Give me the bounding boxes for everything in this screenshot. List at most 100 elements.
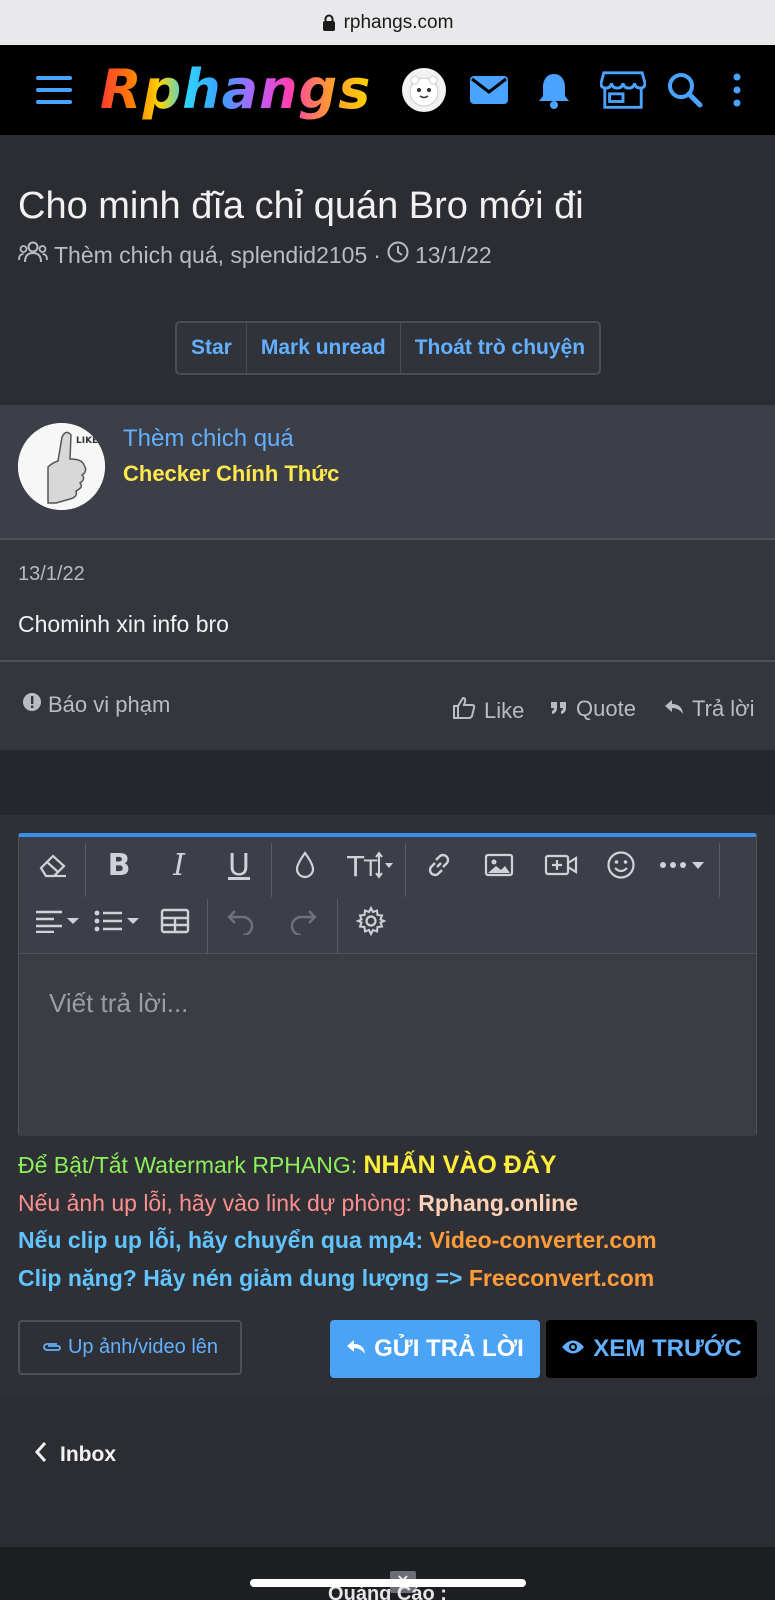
quote-button[interactable]: Quote [550,696,636,722]
mail-icon[interactable] [466,67,512,113]
inbox-label: Inbox [60,1443,116,1466]
site-header: Rphangs [0,45,775,135]
color-drop-icon[interactable] [281,841,329,889]
report-label: Báo vi phạm [48,692,171,717]
align-icon[interactable] [29,897,85,945]
editor-toolbar-row2 [19,897,756,953]
message-post: LIKE Thèm chich quá Checker Chính Thức 1… [0,405,775,750]
watermark-toggle-link[interactable]: NHẤN VÀO ĐÂY [364,1151,557,1179]
reply-placeholder: Viết trả lời... [49,988,189,1018]
freeconvert-link[interactable]: Freeconvert.com [469,1265,654,1291]
mark-unread-button[interactable]: Mark unread [247,323,401,373]
send-reply-button[interactable]: GỬI TRẢ LỜI [330,1320,540,1378]
text-size-icon[interactable]: TT [341,841,401,889]
like-button[interactable]: Like [452,696,524,726]
video-converter-link[interactable]: Video-converter.com [430,1227,657,1253]
inbox-breadcrumb[interactable]: Inbox [34,1441,116,1469]
eraser-icon[interactable] [29,841,77,889]
preview-label: XEM TRƯỚC [593,1335,742,1362]
thumbs-up-icon [452,696,476,726]
upload-notes: Để Bật/Tắt Watermark RPHANG: NHẤN VÀO ĐÂ… [18,1147,657,1297]
thread-date: 13/1/22 [414,241,492,268]
menu-icon[interactable] [36,76,72,104]
smiley-icon[interactable] [597,841,645,889]
toolbar-separator [271,843,272,897]
note-video-convert: Nếu clip up lỗi, hãy chuyển qua mp4: Vid… [18,1222,657,1260]
toolbar-separator [337,899,338,953]
browser-url-bar[interactable]: rphangs.com [0,0,775,45]
note-watermark: Để Bật/Tắt Watermark RPHANG: NHẤN VÀO ĐÂ… [18,1147,657,1185]
home-indicator [250,1579,526,1587]
note-backup-link: Nếu ảnh up lỗi, hãy vào link dự phòng: R… [18,1185,657,1223]
leave-conversation-button[interactable]: Thoát trò chuyện [401,323,599,373]
table-icon[interactable] [151,897,199,945]
toolbar-separator [719,843,720,897]
avatar[interactable] [402,68,446,112]
user-title-badge: Checker Chính Thức [123,461,340,486]
redo-icon[interactable] [279,897,327,945]
toolbar-separator [207,899,208,953]
users-icon [18,241,48,269]
svg-text:T: T [363,857,378,880]
meta-separator: · [373,241,381,268]
svg-text:T: T [347,850,365,880]
upload-label: Up ảnh/video lên [67,1336,219,1358]
bell-icon[interactable] [531,67,577,113]
link-icon[interactable] [415,841,463,889]
url-text: rphangs.com [343,11,454,33]
note-compress: Clip nặng? Hãy nén giảm dung lượng => Fr… [18,1260,657,1298]
quote-label: Quote [576,696,636,721]
post-body: Chominh xin info bro [18,611,229,637]
post-date[interactable]: 13/1/22 [18,563,85,586]
note-video-text: Nếu clip up lỗi, hãy chuyển qua mp4: [18,1227,430,1253]
send-label: GỬI TRẢ LỜI [374,1335,524,1362]
more-icon[interactable] [655,841,711,889]
thread-meta: Thèm chich quá, splendid2105 · 13/1/22 [18,241,492,269]
underline-icon[interactable]: U [215,841,263,889]
chevron-left-icon [34,1441,48,1469]
reply-arrow-icon [664,696,684,722]
post-user-header: LIKE Thèm chich quá Checker Chính Thức [0,405,775,540]
paperclip-icon [42,1336,62,1359]
note-backup-text: Nếu ảnh up lỗi, hãy vào link dự phòng: [18,1189,419,1216]
thread-button-group: Star Mark unread Thoát trò chuyện [175,321,602,375]
page-title: Cho minh đĩa chỉ quán Bro mới đi [18,185,584,227]
divider-band [0,750,775,815]
star-button[interactable]: Star [177,323,247,373]
breadcrumb-bar: Inbox [0,1397,775,1547]
more-vertical-icon[interactable] [714,67,760,113]
avatar-like-text: LIKE [76,436,98,446]
thread-participants[interactable]: Thèm chich quá, splendid2105 [54,242,367,269]
quick-reply: B I U TT Viết trả lời... Để Bật/Tắt Wate… [0,815,775,1397]
reply-button[interactable]: Trả lời [664,696,755,722]
rich-text-editor: B I U TT Viết trả lời... [18,833,757,1136]
preview-button[interactable]: XEM TRƯỚC [546,1320,757,1378]
settings-icon[interactable] [347,897,395,945]
upload-media-button[interactable]: Up ảnh/video lên [18,1320,242,1375]
video-icon[interactable] [537,841,585,889]
reply-arrow-icon [346,1335,366,1363]
quote-icon [550,696,568,722]
undo-icon[interactable] [217,897,265,945]
alert-icon [22,692,42,718]
toolbar-separator [85,843,86,897]
like-label: Like [484,698,525,723]
search-icon[interactable] [662,67,708,113]
post-username[interactable]: Thèm chich quá [123,425,294,453]
store-icon[interactable] [600,67,646,113]
note-compress-text: Clip nặng? Hãy nén giảm dung lượng => [18,1264,469,1291]
reply-textarea[interactable]: Viết trả lời... [19,953,756,1136]
note-watermark-text: Để Bật/Tắt Watermark RPHANG: [18,1152,364,1178]
user-avatar[interactable]: LIKE [18,423,105,510]
editor-toolbar-row1: B I U TT [19,841,756,897]
rphang-online-link[interactable]: Rphang.online [418,1190,578,1216]
italic-icon[interactable]: I [155,841,203,889]
post-actions: Báo vi phạm Like Quote Trả lời [0,660,775,750]
thread-header: Cho minh đĩa chỉ quán Bro mới đi Thèm ch… [0,135,775,405]
list-icon[interactable] [89,897,145,945]
clock-icon [387,241,409,269]
image-icon[interactable] [475,841,523,889]
report-link[interactable]: Báo vi phạm [22,692,170,718]
bold-icon[interactable]: B [95,841,143,889]
site-logo[interactable]: Rphangs [100,55,371,125]
